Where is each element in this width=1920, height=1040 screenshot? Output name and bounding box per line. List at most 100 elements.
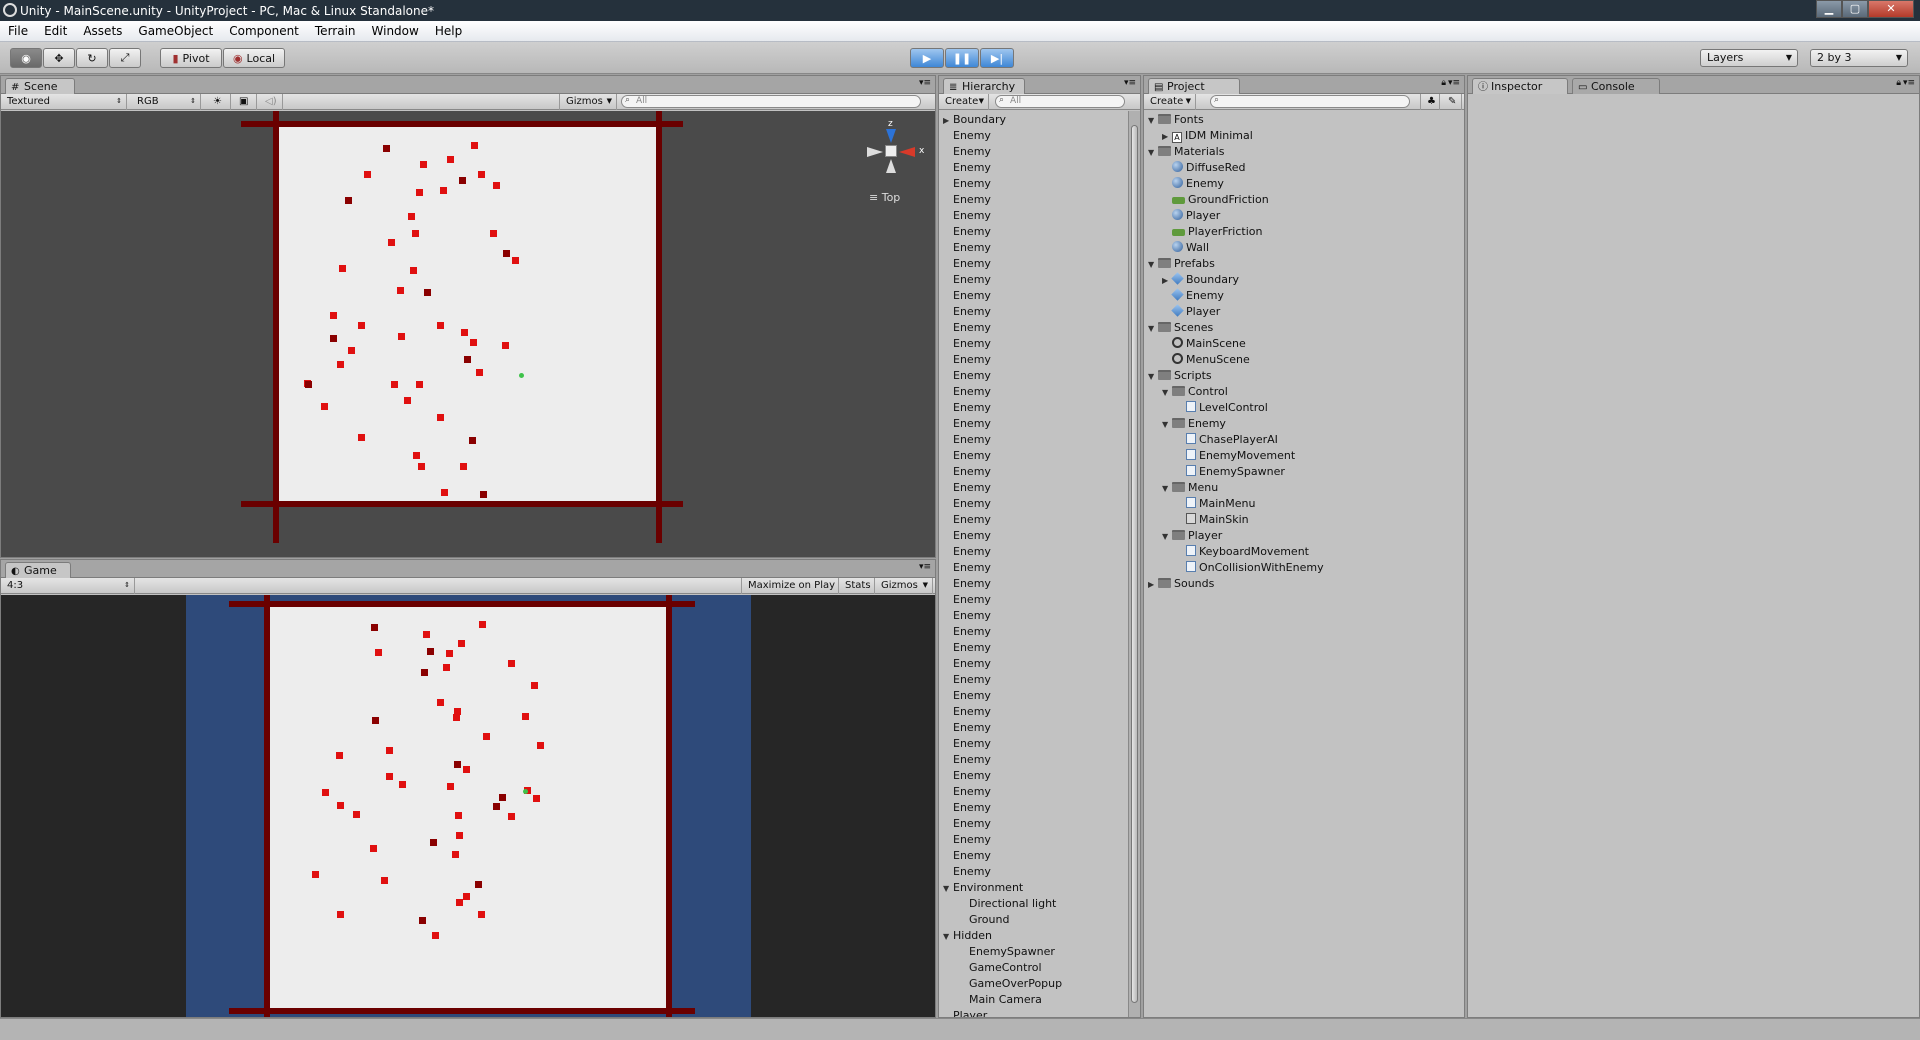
hierarchy-item[interactable]: Enemy xyxy=(939,528,1126,544)
project-item[interactable]: Wall xyxy=(1144,240,1464,256)
hierarchy-item[interactable]: Enemy xyxy=(939,656,1126,672)
hierarchy-item[interactable]: Enemy xyxy=(939,480,1126,496)
project-item[interactable]: MenuScene xyxy=(1144,352,1464,368)
project-item[interactable]: ▼ Materials xyxy=(1144,144,1464,160)
pivot-toggle[interactable]: ▮ Pivot xyxy=(160,48,222,68)
move-tool-button[interactable]: ✥ xyxy=(43,48,75,68)
pause-button[interactable]: ❚❚ xyxy=(945,48,979,68)
expand-down-icon[interactable]: ▼ xyxy=(1148,369,1158,385)
hierarchy-item[interactable]: Enemy xyxy=(939,720,1126,736)
filter-by-label-button[interactable]: ✎ xyxy=(1442,94,1462,110)
panel-menu-icon[interactable]: ▾≡ xyxy=(1903,78,1915,88)
lock-icon[interactable]: 🔒︎ xyxy=(1896,78,1901,88)
hierarchy-item[interactable]: Enemy xyxy=(939,208,1126,224)
hierarchy-item[interactable]: Ground xyxy=(939,912,1126,928)
project-item[interactable]: Enemy xyxy=(1144,176,1464,192)
panel-menu-icon[interactable]: ▾≡ xyxy=(919,562,931,572)
hierarchy-item[interactable]: Main Camera xyxy=(939,992,1126,1008)
tab-project[interactable]: ▤ Project xyxy=(1148,78,1240,94)
project-item[interactable]: ▶ Boundary xyxy=(1144,272,1464,288)
expand-right-icon[interactable]: ▶ xyxy=(1148,577,1158,593)
expand-down-icon[interactable]: ▼ xyxy=(1148,145,1158,161)
hierarchy-item[interactable]: Enemy xyxy=(939,576,1126,592)
menu-terrain[interactable]: Terrain xyxy=(307,24,364,38)
hierarchy-item[interactable]: Enemy xyxy=(939,336,1126,352)
expand-down-icon[interactable]: ▼ xyxy=(1148,321,1158,337)
hierarchy-item[interactable]: Enemy xyxy=(939,800,1126,816)
scene-search-input[interactable]: ⌕ All xyxy=(621,95,921,108)
hierarchy-item[interactable]: Enemy xyxy=(939,832,1126,848)
project-item[interactable]: Player xyxy=(1144,304,1464,320)
hierarchy-item[interactable]: Enemy xyxy=(939,400,1126,416)
project-item[interactable]: DiffuseRed xyxy=(1144,160,1464,176)
menu-assets[interactable]: Assets xyxy=(75,24,130,38)
expand-right-icon[interactable]: ▶ xyxy=(943,113,953,129)
project-item[interactable]: ChasePlayerAI xyxy=(1144,432,1464,448)
tab-game[interactable]: ◐ Game xyxy=(5,562,71,578)
hierarchy-item[interactable]: ▶ Boundary xyxy=(939,112,1126,128)
tab-inspector[interactable]: ⓘ Inspector xyxy=(1472,78,1568,94)
maximize-button[interactable]: ▢ xyxy=(1842,0,1868,18)
project-item[interactable]: ▼ Scripts xyxy=(1144,368,1464,384)
hierarchy-item[interactable]: Enemy xyxy=(939,432,1126,448)
audio-toggle[interactable]: ◁) xyxy=(259,94,283,110)
game-gizmos-dropdown[interactable]: Gizmos ▼ xyxy=(875,578,933,594)
project-item[interactable]: MainScene xyxy=(1144,336,1464,352)
stats-toggle[interactable]: Stats xyxy=(839,578,875,594)
menu-component[interactable]: Component xyxy=(221,24,307,38)
menu-help[interactable]: Help xyxy=(427,24,470,38)
hierarchy-item[interactable]: Enemy xyxy=(939,672,1126,688)
hierarchy-search-input[interactable]: ⌕ All xyxy=(995,95,1125,108)
hierarchy-item[interactable]: Enemy xyxy=(939,192,1126,208)
hierarchy-item[interactable]: Enemy xyxy=(939,160,1126,176)
expand-right-icon[interactable]: ▶ xyxy=(1162,273,1172,289)
play-button[interactable]: ▶ xyxy=(910,48,944,68)
hierarchy-item[interactable]: Enemy xyxy=(939,816,1126,832)
project-item[interactable]: ▼ Prefabs xyxy=(1144,256,1464,272)
project-search-input[interactable]: ⌕ xyxy=(1210,95,1410,108)
hierarchy-item[interactable]: Directional light xyxy=(939,896,1126,912)
rotate-tool-button[interactable]: ↻ xyxy=(76,48,108,68)
hierarchy-item[interactable]: Enemy xyxy=(939,608,1126,624)
tab-hierarchy[interactable]: ≣ Hierarchy xyxy=(943,78,1025,94)
project-item[interactable]: ▼ Player xyxy=(1144,528,1464,544)
maximize-on-play-toggle[interactable]: Maximize on Play xyxy=(741,578,839,594)
hierarchy-item[interactable]: Enemy xyxy=(939,784,1126,800)
project-item[interactable]: OnCollisionWithEnemy xyxy=(1144,560,1464,576)
layout-dropdown[interactable]: 2 by 3 ▼ xyxy=(1810,49,1908,67)
panel-menu-icon[interactable]: ▾≡ xyxy=(919,78,931,88)
hierarchy-item[interactable]: ▼ Environment xyxy=(939,880,1126,896)
menu-edit[interactable]: Edit xyxy=(36,24,75,38)
hierarchy-item[interactable]: Enemy xyxy=(939,512,1126,528)
lighting-toggle[interactable]: ☀ xyxy=(207,94,231,110)
hierarchy-item[interactable]: Enemy xyxy=(939,144,1126,160)
filter-by-type-button[interactable]: ♣ xyxy=(1420,94,1440,110)
hierarchy-item[interactable]: Enemy xyxy=(939,304,1126,320)
expand-down-icon[interactable]: ▼ xyxy=(1148,113,1158,129)
project-item[interactable]: ▶ A IDM Minimal xyxy=(1144,128,1464,144)
hierarchy-scrollbar[interactable] xyxy=(1128,111,1140,1017)
expand-down-icon[interactable]: ▼ xyxy=(1162,385,1172,401)
project-item[interactable]: GroundFriction xyxy=(1144,192,1464,208)
hierarchy-item[interactable]: Enemy xyxy=(939,352,1126,368)
hierarchy-item[interactable]: Enemy xyxy=(939,224,1126,240)
menu-file[interactable]: File xyxy=(0,24,36,38)
lock-icon[interactable]: 🔒︎ xyxy=(1441,78,1446,88)
layers-dropdown[interactable]: Layers ▼ xyxy=(1700,49,1798,67)
hierarchy-item[interactable]: Enemy xyxy=(939,592,1126,608)
expand-right-icon[interactable]: ▶ xyxy=(1162,129,1172,145)
hierarchy-item[interactable]: Enemy xyxy=(939,624,1126,640)
hierarchy-item[interactable]: Enemy xyxy=(939,448,1126,464)
project-item[interactable]: MainSkin xyxy=(1144,512,1464,528)
scene-viewport[interactable]: z x ≡ Top xyxy=(1,111,935,557)
project-item[interactable]: ▼ Fonts xyxy=(1144,112,1464,128)
hierarchy-item[interactable]: Enemy xyxy=(939,288,1126,304)
hierarchy-item[interactable]: Enemy xyxy=(939,128,1126,144)
hierarchy-item[interactable]: Enemy xyxy=(939,688,1126,704)
expand-down-icon[interactable]: ▼ xyxy=(943,881,953,897)
hierarchy-item[interactable]: Enemy xyxy=(939,416,1126,432)
hierarchy-item[interactable]: Player xyxy=(939,1008,1126,1017)
project-item[interactable]: EnemyMovement xyxy=(1144,448,1464,464)
menu-gameobject[interactable]: GameObject xyxy=(130,24,221,38)
project-item[interactable]: PlayerFriction xyxy=(1144,224,1464,240)
